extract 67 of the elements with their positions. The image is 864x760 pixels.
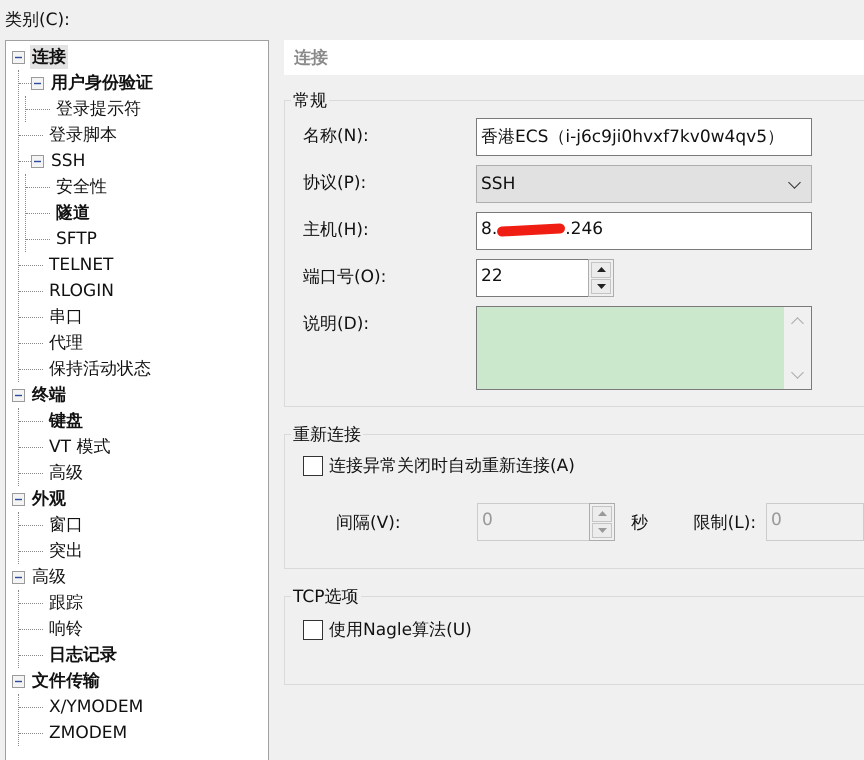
tree-item[interactable]: 文件传输 <box>30 669 102 693</box>
tree-item[interactable]: TELNET <box>47 253 116 277</box>
group-title: 重新连接 <box>292 424 362 446</box>
tree-item[interactable]: ZMODEM <box>47 721 130 745</box>
tree-item[interactable]: SSH <box>49 149 88 173</box>
tree-item[interactable]: 安全性 <box>54 175 109 199</box>
input-field[interactable]: 8. .246 <box>476 212 812 250</box>
field-label: 说明(D): <box>303 313 370 336</box>
unit-label: 秒 <box>631 512 649 534</box>
field-label: 协议(P): <box>303 172 368 195</box>
triangle-down-icon <box>598 528 606 533</box>
collapse-icon[interactable] <box>12 388 25 402</box>
tree-item[interactable]: 代理 <box>47 331 85 355</box>
tree-item[interactable]: 窗口 <box>47 513 85 537</box>
tree-item[interactable]: 连接 <box>30 45 68 69</box>
collapse-icon[interactable] <box>12 50 25 64</box>
collapse-icon[interactable] <box>12 570 25 584</box>
category-label: 类别(C): <box>5 9 70 32</box>
tree-item[interactable]: 隧道 <box>54 201 92 225</box>
field-label: 端口号(O): <box>303 266 388 289</box>
checkbox-label: 使用Nagle算法(U) <box>329 619 472 641</box>
tree-item[interactable]: 串口 <box>47 305 85 329</box>
tree-item[interactable]: X/YMODEM <box>47 695 146 719</box>
tree-item[interactable]: 响铃 <box>47 617 85 641</box>
group-title: TCP选项 <box>292 586 360 608</box>
description-field[interactable] <box>476 306 812 390</box>
tree-item[interactable]: RLOGIN <box>47 279 116 303</box>
field-value: 8. <box>481 219 498 239</box>
protocol-dropdown[interactable]: SSH <box>476 165 812 203</box>
redaction-mark <box>497 223 566 237</box>
collapse-icon[interactable] <box>12 674 25 688</box>
field-label: 主机(H): <box>303 219 370 242</box>
checkbox[interactable] <box>303 456 323 476</box>
tree-item[interactable]: 外观 <box>30 487 68 511</box>
group-title: 常规 <box>292 90 328 112</box>
field-label: 名称(N): <box>303 125 370 148</box>
spin-down-button[interactable] <box>591 278 611 294</box>
triangle-down-icon <box>596 284 606 289</box>
checkbox-label: 连接异常关闭时自动重新连接(A) <box>329 455 575 477</box>
tree-item[interactable]: 终端 <box>30 383 68 407</box>
tree-item[interactable]: SFTP <box>54 227 99 251</box>
tree-item[interactable]: 高级 <box>47 461 85 485</box>
spin-up-button[interactable] <box>591 262 611 278</box>
triangle-up-icon <box>596 267 606 272</box>
checkbox[interactable] <box>303 620 323 640</box>
input-field[interactable]: 香港ECS（i-j6c9ji0hvxf7kv0w4qv5） <box>476 118 812 156</box>
collapse-icon[interactable] <box>31 154 44 168</box>
field-label: 间隔(V): <box>336 512 402 534</box>
tree-item[interactable]: 突出 <box>47 539 85 563</box>
collapse-icon[interactable] <box>12 492 25 506</box>
tree-item[interactable]: 用户身份验证 <box>49 71 155 95</box>
input-field[interactable]: 22 <box>476 259 588 297</box>
field-label: 限制(L): <box>694 512 758 534</box>
triangle-up-icon <box>598 511 606 516</box>
tree-item[interactable]: 登录提示符 <box>54 97 143 121</box>
tree-item[interactable]: 键盘 <box>47 409 85 433</box>
tree-item[interactable]: 日志记录 <box>47 643 119 667</box>
category-tree[interactable]: 连接 用户身份验证 登录提示符 登录脚本 SSH 安全性 隧道 SFTP TELNET RLOGIN 串口 代理 保持活动状态 终端 键盘 VT 模式 高级 外观 窗口 突出 高级 跟踪 响铃 日志记录 文件传输 X/YMODEM ZMODEM <box>5 40 269 760</box>
dropdown-value: SSH <box>481 174 516 194</box>
tree-item[interactable]: VT 模式 <box>47 435 112 459</box>
tree-item[interactable]: 跟踪 <box>47 591 85 615</box>
collapse-icon[interactable] <box>31 76 44 90</box>
panel-title: 连接 <box>294 47 328 69</box>
tree-item[interactable]: 高级 <box>30 565 68 589</box>
tree-item[interactable]: 保持活动状态 <box>47 357 153 381</box>
field-value: .246 <box>565 219 604 239</box>
tree-item[interactable]: 登录脚本 <box>47 123 119 147</box>
